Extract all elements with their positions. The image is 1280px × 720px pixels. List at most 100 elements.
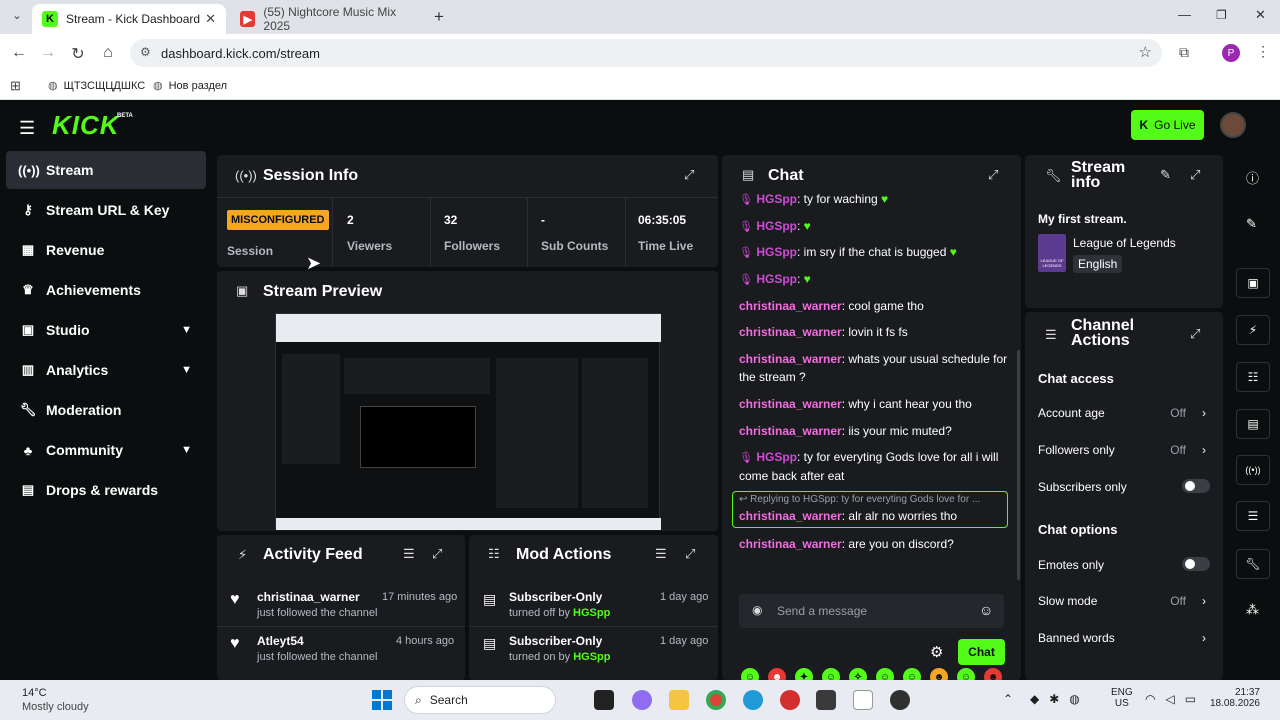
chat-scrollbar[interactable] [1017, 350, 1020, 580]
tab-youtube[interactable]: ▶ (55) Nightcore Music Mix 2025 [230, 4, 430, 34]
sidebar-item-moderation[interactable]: 🔧︎ Moderation [6, 391, 206, 429]
popout-icon[interactable]: ⤢ [1190, 167, 1200, 183]
copilot-icon[interactable] [632, 690, 652, 710]
restore-icon[interactable]: ❐ [1216, 8, 1227, 22]
edge-icon[interactable] [743, 690, 763, 710]
chat-username[interactable]: HGSpp [756, 245, 797, 259]
bookmark-star-icon[interactable]: ☆ [1139, 43, 1152, 61]
sidebar-item-analytics[interactable]: ▥ Analytics ▼ [6, 351, 206, 389]
tab-kick-dashboard[interactable]: K Stream - Kick Dashboard ✕ [32, 4, 226, 34]
chat-input[interactable]: ◉ Send a message ☺ [739, 594, 1004, 628]
file-explorer-icon[interactable] [669, 690, 689, 710]
wrench-icon[interactable]: 🔧︎ [1236, 549, 1270, 579]
mod-action-by[interactable]: HGSpp [573, 607, 610, 619]
weather-desc[interactable]: Mostly cloudy [22, 701, 89, 713]
edit-pencil-icon[interactable]: ✎ [1246, 216, 1257, 232]
reload-icon[interactable]: ↻ [68, 44, 88, 64]
chevron-up-icon[interactable]: ⌃ [1003, 692, 1013, 706]
chat-settings-icon[interactable]: ⚙ [930, 643, 943, 661]
browser-menu-icon[interactable]: ⋮ [1256, 43, 1270, 60]
edit-pencil-icon[interactable]: ✎ [1160, 167, 1171, 183]
followers-only-row[interactable]: Followers only Off › [1038, 443, 1210, 457]
chat-username[interactable]: HGSpp [756, 450, 797, 464]
banned-words-row[interactable]: Banned words › [1038, 631, 1210, 645]
filter-icon[interactable]: ☰ [403, 546, 415, 562]
channel-actions-icon[interactable]: ☰ [1236, 501, 1270, 531]
popout-icon[interactable]: ⤢ [685, 546, 695, 562]
chat-username[interactable]: christinaa_warner [739, 509, 842, 523]
sidebar-item-achievements[interactable]: ♛ Achievements [6, 271, 206, 309]
sidebar-item-studio[interactable]: ▣ Studio ▼ [6, 311, 206, 349]
account-age-row[interactable]: Account age Off › [1038, 406, 1210, 420]
profile-avatar[interactable]: P [1222, 44, 1240, 62]
user-avatar[interactable] [1220, 112, 1246, 138]
chat-username[interactable]: christinaa_warner [739, 424, 842, 438]
chat-username[interactable]: HGSpp [756, 219, 797, 233]
taskbar-search[interactable]: ⌕ Search [404, 686, 556, 714]
sidebar-item-community[interactable]: ♣ Community ▼ [6, 431, 206, 469]
site-info-icon[interactable]: ⚙ [140, 45, 151, 59]
close-window-icon[interactable]: ✕ [1255, 7, 1266, 23]
app-icon[interactable] [853, 690, 873, 710]
app-icon[interactable] [780, 690, 800, 710]
app-icon[interactable] [816, 690, 836, 710]
filter-icon[interactable]: ☰ [655, 546, 667, 562]
tab-search-icon[interactable]: ⌄ [8, 9, 26, 27]
info-icon[interactable]: ⓘ [1246, 168, 1259, 187]
task-view-icon[interactable] [594, 690, 614, 710]
forward-icon[interactable]: → [38, 44, 58, 62]
mod-action-by[interactable]: HGSpp [573, 651, 610, 663]
lang-indicator[interactable]: ENG US [1111, 687, 1133, 709]
sidebar-item-stream[interactable]: ((•)) Stream [6, 151, 206, 189]
activity-user[interactable]: christinaa_warner [257, 590, 360, 604]
chat-username[interactable]: christinaa_warner [739, 397, 842, 411]
emoji-picker-icon[interactable]: ☺ [979, 602, 993, 618]
chat-username[interactable]: christinaa_warner [739, 537, 842, 551]
new-tab-icon[interactable]: + [434, 7, 444, 27]
reply-context[interactable]: ↩ Replying to HGSpp: ty for everyting Go… [739, 494, 1003, 505]
sidebar-item-revenue[interactable]: ▦ Revenue [6, 231, 206, 269]
obs-icon[interactable] [890, 690, 910, 710]
extensions-icon[interactable]: ⧉ [1179, 44, 1189, 61]
apps-grid-icon[interactable]: ⊞ [10, 78, 21, 94]
home-icon[interactable]: ⌂ [98, 44, 118, 62]
activity-user[interactable]: Atleyt54 [257, 634, 304, 648]
start-icon[interactable] [372, 690, 392, 710]
chat-send-button[interactable]: Chat [958, 639, 1005, 665]
clock[interactable]: 21:37 18.08.2026 [1200, 687, 1260, 709]
chat-username[interactable]: HGSpp [756, 272, 797, 286]
popout-icon[interactable]: ⤢ [432, 546, 442, 562]
back-icon[interactable]: ← [9, 44, 29, 62]
chat-username[interactable]: christinaa_warner [739, 299, 842, 313]
popout-icon[interactable]: ⤢ [684, 167, 694, 183]
bookmark-item[interactable]: ◍ Нов раздел [153, 79, 227, 93]
lightning-icon[interactable]: ⚡︎ [1236, 315, 1270, 345]
list-icon[interactable]: ☷ [1236, 362, 1270, 392]
close-tab-icon[interactable]: ✕ [205, 11, 216, 27]
kick-logo[interactable]: KICK [52, 110, 120, 141]
preview-icon[interactable]: ▣ [1236, 268, 1270, 298]
chrome-icon[interactable] [706, 690, 726, 710]
broadcast-icon[interactable]: ((•)) [1236, 455, 1270, 485]
chat-bubble-icon[interactable]: ▤ [1236, 409, 1270, 439]
hamburger-menu-icon[interactable]: ☰ [19, 118, 35, 139]
address-bar[interactable]: ⚙ dashboard.kick.com/stream ☆ [130, 39, 1162, 67]
slow-mode-row[interactable]: Slow mode Off › [1038, 594, 1210, 608]
chat-username[interactable]: HGSpp [756, 192, 797, 206]
chat-username[interactable]: christinaa_warner [739, 325, 842, 339]
network-volume-battery-icons[interactable]: ◠◁▭ [1145, 692, 1206, 706]
sidebar-item-stream-url-key[interactable]: ⚷ Stream URL & Key [6, 191, 206, 229]
category-name[interactable]: League of Legends [1073, 236, 1176, 250]
sidebar-item-drops-rewards[interactable]: ▤ Drops & rewards [6, 471, 206, 509]
emotes-only-toggle[interactable] [1182, 557, 1210, 571]
stream-preview-video[interactable] [275, 313, 661, 530]
layout-icon[interactable]: ⁂ [1246, 602, 1259, 618]
tray-icons[interactable]: ◆✱◍ [1030, 692, 1090, 706]
minimize-icon[interactable]: — [1178, 7, 1191, 22]
go-live-button[interactable]: K Go Live [1131, 110, 1204, 140]
chat-username[interactable]: christinaa_warner [739, 352, 842, 366]
popout-icon[interactable]: ⤢ [988, 167, 998, 183]
popout-icon[interactable]: ⤢ [1190, 326, 1200, 342]
bookmark-item[interactable]: ◍ ЩТЗСЩЦДШКС [48, 79, 145, 93]
subscribers-only-toggle[interactable] [1182, 479, 1210, 493]
